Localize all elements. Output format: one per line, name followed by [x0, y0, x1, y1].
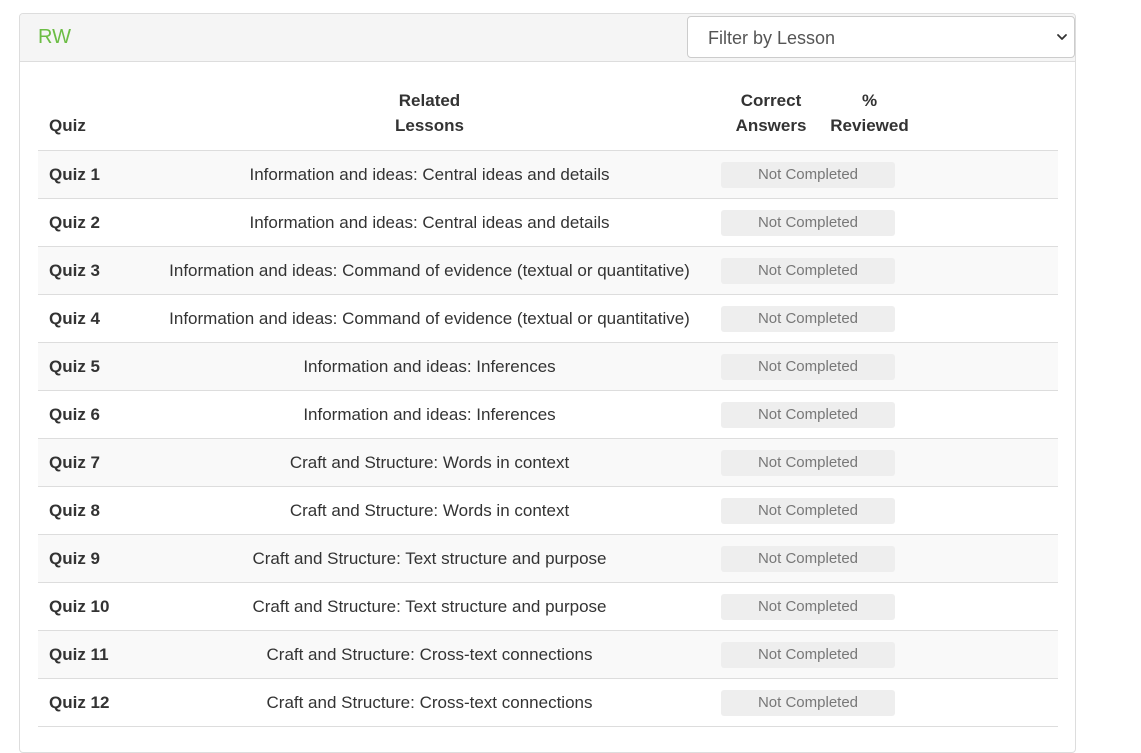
header-correct-answers: Correct Answers — [721, 88, 821, 151]
row-spacer — [918, 486, 1058, 535]
related-lesson: Information and ideas: Command of eviden… — [138, 246, 721, 295]
row-spacer — [918, 438, 1058, 487]
table-body: Quiz 1 Information and ideas: Central ide… — [38, 150, 1058, 727]
chevron-down-icon — [1057, 34, 1067, 40]
header-quiz: Quiz — [38, 88, 138, 151]
row-spacer — [918, 342, 1058, 391]
correct-answers-cell: Not Completed — [721, 678, 895, 727]
table-row: Quiz 3 Information and ideas: Command of … — [38, 246, 1058, 295]
correct-answers-cell: Not Completed — [721, 438, 895, 487]
related-lesson: Information and ideas: Central ideas and… — [138, 150, 721, 199]
status-badge: Not Completed — [721, 498, 895, 524]
panel-title: RW — [38, 26, 71, 48]
filter-by-lesson-select[interactable]: Filter by Lesson — [687, 16, 1075, 58]
correct-answers-cell: Not Completed — [721, 582, 895, 631]
table-row: Quiz 12 Craft and Structure: Cross-text c… — [38, 678, 1058, 727]
quiz-name: Quiz 2 — [38, 198, 138, 247]
correct-answers-cell: Not Completed — [721, 630, 895, 679]
correct-answers-cell: Not Completed — [721, 390, 895, 439]
table-row: Quiz 10 Craft and Structure: Text structu… — [38, 582, 1058, 631]
table-header: Quiz Related Lessons Correct Answers % R… — [38, 88, 1058, 151]
quiz-name: Quiz 10 — [38, 582, 138, 631]
correct-answers-cell: Not Completed — [721, 486, 895, 535]
status-badge: Not Completed — [721, 258, 895, 284]
table-row: Quiz 1 Information and ideas: Central ide… — [38, 150, 1058, 199]
quiz-name: Quiz 7 — [38, 438, 138, 487]
row-spacer — [918, 294, 1058, 343]
table-row: Quiz 6 Information and ideas: Inferences N… — [38, 390, 1058, 439]
table-row: Quiz 5 Information and ideas: Inferences N… — [38, 342, 1058, 391]
header-related-lessons: Related Lessons — [138, 88, 721, 151]
correct-answers-cell: Not Completed — [721, 198, 895, 247]
quiz-panel: RW Filter by Lesson Quiz Related Lessons… — [19, 13, 1076, 753]
quiz-table: Quiz Related Lessons Correct Answers % R… — [38, 88, 1058, 727]
table-row: Quiz 7 Craft and Structure: Words in cont… — [38, 438, 1058, 487]
status-badge: Not Completed — [721, 594, 895, 620]
status-badge: Not Completed — [721, 306, 895, 332]
quiz-name: Quiz 3 — [38, 246, 138, 295]
quiz-name: Quiz 4 — [38, 294, 138, 343]
row-spacer — [918, 246, 1058, 295]
quiz-name: Quiz 11 — [38, 630, 138, 679]
table-row: Quiz 11 Craft and Structure: Cross-text c… — [38, 630, 1058, 679]
quiz-name: Quiz 9 — [38, 534, 138, 583]
quiz-name: Quiz 8 — [38, 486, 138, 535]
table-row: Quiz 8 Craft and Structure: Words in cont… — [38, 486, 1058, 535]
table-row: Quiz 4 Information and ideas: Command of … — [38, 294, 1058, 343]
row-spacer — [918, 678, 1058, 727]
related-lesson: Information and ideas: Inferences — [138, 342, 721, 391]
related-lesson: Information and ideas: Central ideas and… — [138, 198, 721, 247]
header-spacer — [918, 88, 1058, 151]
filter-select-label: Filter by Lesson — [708, 28, 836, 48]
related-lesson: Craft and Structure: Cross-text connecti… — [138, 630, 721, 679]
panel-heading: RW Filter by Lesson — [20, 14, 1075, 62]
header-percent-reviewed: % Reviewed — [821, 88, 918, 151]
related-lesson: Craft and Structure: Cross-text connecti… — [138, 678, 721, 727]
table-row: Quiz 2 Information and ideas: Central ide… — [38, 198, 1058, 247]
status-badge: Not Completed — [721, 210, 895, 236]
status-badge: Not Completed — [721, 162, 895, 188]
related-lesson: Information and ideas: Inferences — [138, 390, 721, 439]
correct-answers-cell: Not Completed — [721, 150, 895, 199]
status-badge: Not Completed — [721, 450, 895, 476]
row-spacer — [918, 150, 1058, 199]
row-spacer — [918, 534, 1058, 583]
quiz-name: Quiz 6 — [38, 390, 138, 439]
status-badge: Not Completed — [721, 354, 895, 380]
status-badge: Not Completed — [721, 546, 895, 572]
correct-answers-cell: Not Completed — [721, 294, 895, 343]
status-badge: Not Completed — [721, 402, 895, 428]
row-spacer — [918, 390, 1058, 439]
row-spacer — [918, 630, 1058, 679]
related-lesson: Craft and Structure: Text structure and … — [138, 534, 721, 583]
quiz-name: Quiz 5 — [38, 342, 138, 391]
quiz-table-wrap: Quiz Related Lessons Correct Answers % R… — [38, 88, 1058, 727]
row-spacer — [918, 198, 1058, 247]
related-lesson: Craft and Structure: Text structure and … — [138, 582, 721, 631]
quiz-name: Quiz 1 — [38, 150, 138, 199]
row-spacer — [918, 582, 1058, 631]
correct-answers-cell: Not Completed — [721, 342, 895, 391]
correct-answers-cell: Not Completed — [721, 246, 895, 295]
related-lesson: Information and ideas: Command of eviden… — [138, 294, 721, 343]
correct-answers-cell: Not Completed — [721, 534, 895, 583]
status-badge: Not Completed — [721, 690, 895, 716]
status-badge: Not Completed — [721, 642, 895, 668]
related-lesson: Craft and Structure: Words in context — [138, 486, 721, 535]
table-row: Quiz 9 Craft and Structure: Text structur… — [38, 534, 1058, 583]
quiz-name: Quiz 12 — [38, 678, 138, 727]
related-lesson: Craft and Structure: Words in context — [138, 438, 721, 487]
